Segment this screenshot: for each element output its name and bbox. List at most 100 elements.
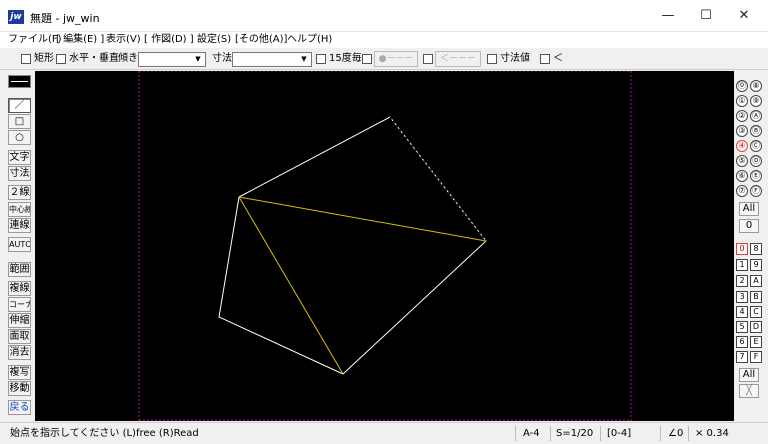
tool-center-line[interactable]: 中心線 (8, 202, 31, 217)
layer-5[interactable]: 5 (736, 321, 748, 333)
drawing-canvas[interactable] (35, 71, 734, 421)
right-layer-panel: ⓪ ⑧ ① ⑨ ② Ⓐ ③ Ⓑ ④ Ⓒ ⑤ Ⓓ ⑥ Ⓔ ⑦ Ⓕ All 0 0 … (734, 71, 768, 421)
dim-label: 寸法 (212, 53, 232, 64)
all-groups-button[interactable]: All (739, 202, 759, 216)
tool-copy[interactable]: 複写 (8, 365, 31, 380)
layer-0[interactable]: 0 (736, 243, 748, 255)
layer-x-button[interactable]: ╳ (739, 384, 759, 398)
status-hint: 始点を指示してください (L)free (R)Read (10, 428, 199, 439)
line-color-swatch[interactable] (8, 75, 31, 88)
dimval-label: 寸法値 (500, 53, 530, 64)
pen-group-c[interactable]: Ⓒ (750, 140, 762, 152)
status-paper-size[interactable]: A-4 (523, 427, 540, 441)
layer-b[interactable]: B (750, 291, 762, 303)
dimval-checkbox[interactable] (487, 54, 497, 64)
menu-settings[interactable]: 設定(S) (197, 33, 231, 47)
tool-auto[interactable]: AUTO (8, 237, 31, 252)
arrow-checkbox[interactable] (423, 54, 433, 64)
tool-offset[interactable]: 複線 (8, 281, 31, 296)
window-title: 無題 - jw_win (30, 12, 100, 25)
tool-line[interactable]: ／ (8, 98, 31, 113)
menu-other[interactable]: [その他(A)] (235, 33, 287, 47)
status-divider (600, 426, 601, 441)
layer-1[interactable]: 1 (736, 259, 748, 271)
app-icon: jw (8, 10, 24, 24)
chevron-down-icon: ▼ (301, 55, 307, 63)
pen-group-4[interactable]: ④ (736, 140, 748, 152)
layer-8[interactable]: 8 (750, 243, 762, 255)
tool-double-line[interactable]: ２線 (8, 185, 31, 200)
status-divider (688, 426, 689, 441)
tool-text[interactable]: 文字 (8, 150, 31, 165)
lt-checkbox[interactable] (540, 54, 550, 64)
pen-group-a[interactable]: Ⓐ (750, 110, 762, 122)
pen-group-f[interactable]: Ⓕ (750, 185, 762, 197)
tool-circle[interactable]: ○ (8, 130, 31, 145)
menu-view[interactable]: 表示(V) (106, 33, 141, 47)
pen-group-d[interactable]: Ⓓ (750, 155, 762, 167)
pen-group-7[interactable]: ⑦ (736, 185, 748, 197)
layer-6[interactable]: 6 (736, 336, 748, 348)
layer-9[interactable]: 9 (750, 259, 762, 271)
pen-group-1[interactable]: ① (736, 95, 748, 107)
status-bar: 始点を指示してください (L)free (R)Read A-4 S=1/20 [… (0, 422, 768, 444)
rect-checkbox[interactable] (21, 54, 31, 64)
tool-stretch[interactable]: 伸縮 (8, 313, 31, 328)
lt-label: ＜ (553, 53, 563, 64)
status-divider (550, 426, 551, 441)
pen-group-0[interactable]: ⓪ (736, 80, 748, 92)
tool-dimension[interactable]: 寸法 (8, 166, 31, 181)
layer-2[interactable]: 2 (736, 275, 748, 287)
layer-3[interactable]: 3 (736, 291, 748, 303)
tilt-label: 傾き (118, 53, 138, 64)
menu-draw[interactable]: [ 作図(D) ] (144, 33, 194, 47)
dot-checkbox[interactable] (362, 54, 372, 64)
group-zero-button[interactable]: 0 (739, 219, 759, 233)
tool-chamfer[interactable]: 面取 (8, 329, 31, 344)
pentagon-shape (218, 116, 487, 375)
menu-file[interactable]: ファイル(F) (8, 33, 62, 47)
tool-move[interactable]: 移動 (8, 381, 31, 396)
layer-e[interactable]: E (750, 336, 762, 348)
tool-undo[interactable]: 戻る (8, 400, 31, 415)
tool-range[interactable]: 範囲 (8, 262, 31, 277)
arrowline-button[interactable]: ＜－－－－ (435, 51, 481, 78)
menu-edit[interactable]: [ 編集(E) ] (56, 33, 104, 47)
pen-group-b[interactable]: Ⓑ (750, 125, 762, 137)
rect-label: 矩形 (34, 53, 54, 64)
maximize-button[interactable]: ☐ (688, 6, 724, 26)
tool-rect[interactable]: □ (8, 114, 31, 129)
pen-group-9[interactable]: ⑨ (750, 95, 762, 107)
tool-corner[interactable]: コーナー (8, 297, 31, 312)
minimize-button[interactable]: — (650, 6, 686, 26)
layer-a[interactable]: A (750, 275, 762, 287)
deg15-checkbox[interactable] (316, 54, 326, 64)
status-zoom[interactable]: × 0.34 (695, 427, 729, 441)
tool-erase[interactable]: 消去 (8, 345, 31, 360)
hv-checkbox[interactable] (56, 54, 66, 64)
left-tool-panel: ／ □ ○ 文字 寸法 ２線 中心線 連線 AUTO 範囲 複線 コーナー 伸縮… (0, 71, 34, 421)
title-bar: jw 無題 - jw_win — ☐ ✕ (0, 0, 768, 32)
pen-group-6[interactable]: ⑥ (736, 170, 748, 182)
status-layer[interactable]: [0-4] (607, 427, 631, 441)
pen-group-5[interactable]: ⑤ (736, 155, 748, 167)
status-scale[interactable]: S=1/20 (556, 427, 593, 441)
layer-4[interactable]: 4 (736, 306, 748, 318)
layer-f[interactable]: F (750, 351, 762, 363)
close-button[interactable]: ✕ (726, 6, 762, 26)
pen-group-2[interactable]: ② (736, 110, 748, 122)
layer-c[interactable]: C (750, 306, 762, 318)
layer-7[interactable]: 7 (736, 351, 748, 363)
pen-group-8[interactable]: ⑧ (750, 80, 762, 92)
dotline-button[interactable]: ●－－－ (374, 51, 418, 67)
tilt-combo[interactable]: ▼ (138, 52, 206, 67)
status-angle[interactable]: ∠0 (668, 427, 683, 441)
pen-group-3[interactable]: ③ (736, 125, 748, 137)
drawing-svg (138, 71, 632, 421)
all-layers-button[interactable]: All (739, 368, 759, 382)
menu-help[interactable]: ヘルプ(H) (287, 33, 332, 47)
dim-combo[interactable]: ▼ (232, 52, 312, 67)
pen-group-e[interactable]: Ⓔ (750, 170, 762, 182)
layer-d[interactable]: D (750, 321, 762, 333)
tool-connect-line[interactable]: 連線 (8, 218, 31, 233)
